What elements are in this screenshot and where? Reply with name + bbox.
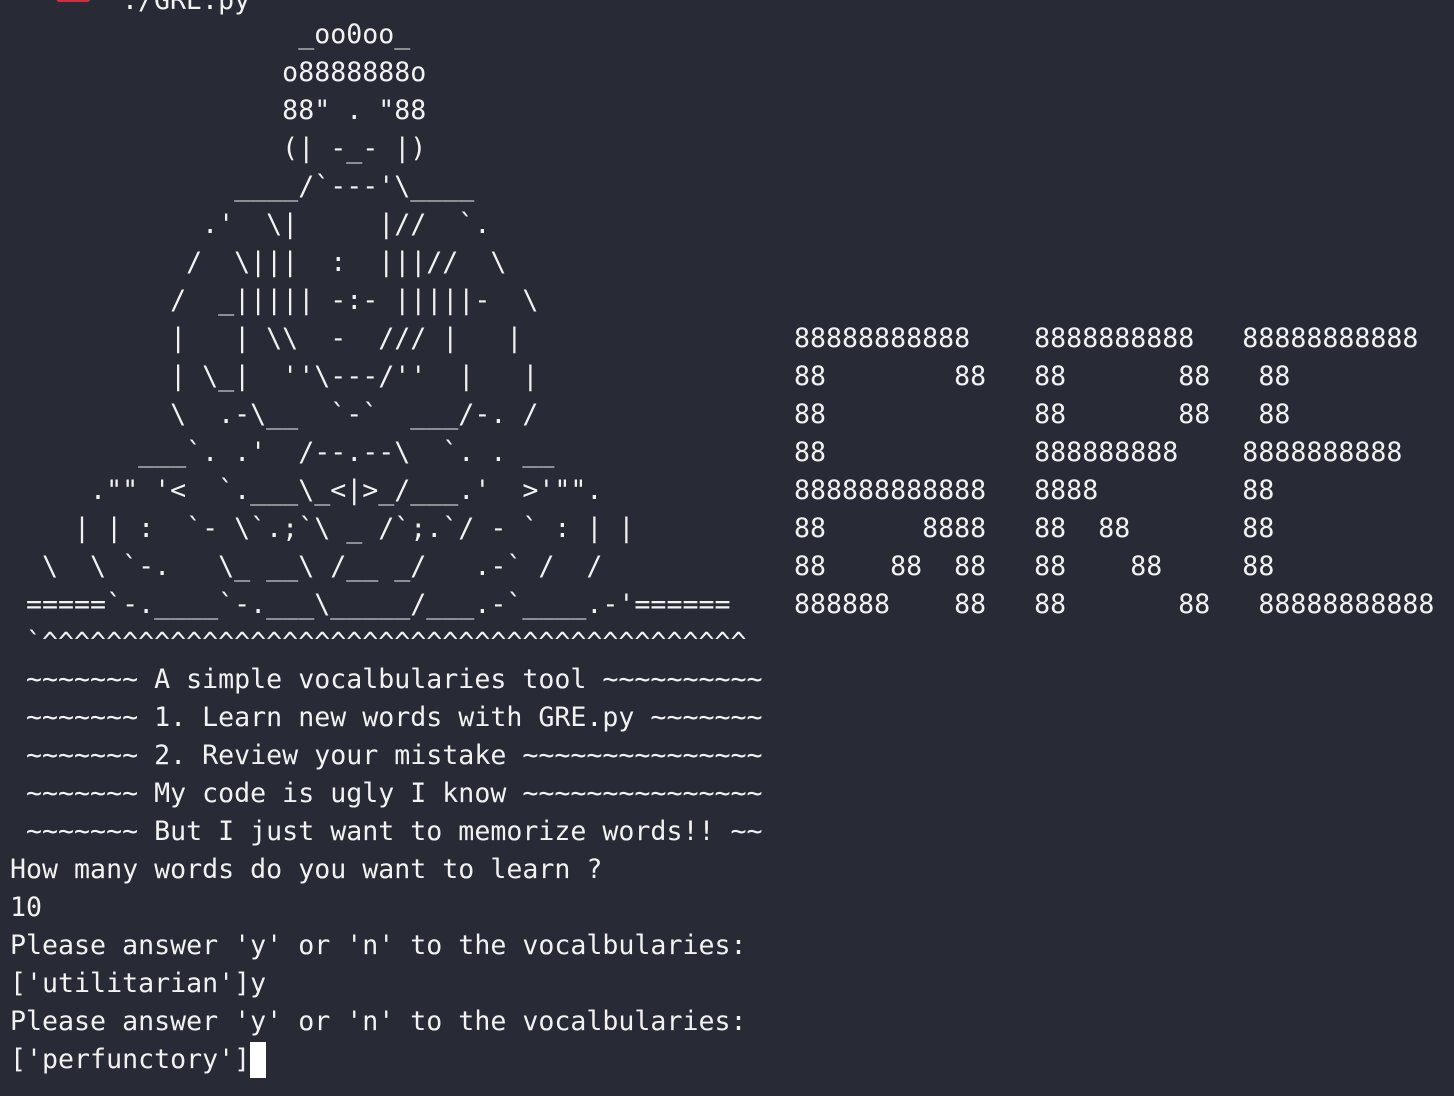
ascii-art-line: `^^^^^^^^^^^^^^^^^^^^^^^^^^^^^^^^^^^^^^^…	[10, 627, 747, 658]
banner-line: 88 88 88 88 88 88	[794, 551, 1275, 582]
ascii-art-line: o8888888o	[10, 57, 427, 88]
vocab-word: ['perfunctory']	[10, 1044, 251, 1075]
answer-prompt: Please answer 'y' or 'n' to the vocalbul…	[10, 1006, 747, 1037]
gre-ascii-banner: 88888888888 8888888888 88888888888 88 88 …	[794, 320, 1434, 624]
ascii-art-line: ___`. .' /--.--\ `. . __	[10, 437, 555, 468]
intro-menu: ~~~~~~~ A simple vocalbularies tool ~~~~…	[10, 661, 763, 851]
ascii-art-line: \ \ `-. \_ __\ /__ _/ .-` / /	[10, 551, 603, 582]
banner-line: 888888888888 8888 88	[794, 475, 1275, 506]
menu-line: ~~~~~~~ A simple vocalbularies tool ~~~~…	[10, 664, 763, 695]
banner-line: 888888 88 88 88 88888888888	[794, 589, 1435, 620]
ascii-art-line: .' \| |// `.	[10, 209, 491, 240]
ascii-art-line: \ .-\__ `-` ___/-. /	[10, 399, 539, 430]
buddha-ascii-art: _oo0oo_ o8888888o 88" . "88 (| -_- |) __…	[10, 16, 747, 662]
ascii-art-line: 88" . "88	[10, 95, 427, 126]
terminal-output: ~~~~~~~ A simple vocalbularies tool ~~~~…	[10, 661, 763, 1079]
ascii-art-line: ____/`---'\____	[10, 171, 475, 202]
ascii-art-line: | | : `- \`.;`\ _ /`;.`/ - ` : | |	[10, 513, 635, 544]
word-count-answer: 10	[10, 892, 43, 923]
banner-line: 88 88 88 88	[794, 399, 1291, 430]
current-input-line[interactable]: ['perfunctory']	[10, 1041, 763, 1079]
ascii-art-line: ."" '< `.___\_<|>_/___.' >'"".	[10, 475, 603, 506]
ruby-gem-icon	[56, 0, 94, 2]
ascii-art-line: =====`-.____`-.___\_____/___.-`____.-'==…	[10, 589, 731, 620]
answer-prompt: Please answer 'y' or 'n' to the vocalbul…	[10, 930, 747, 961]
vocab-word: ['utilitarian']y	[10, 968, 267, 999]
ascii-art-line: | \_| ''\---/'' | |	[10, 361, 539, 392]
menu-line: ~~~~~~~ 1. Learn new words with GRE.py ~…	[10, 702, 763, 733]
banner-line: 88 88 88 88 88	[794, 361, 1291, 392]
banner-line: 88 8888 88 88 88	[794, 513, 1275, 544]
banner-line: 88888888888 8888888888 88888888888	[794, 323, 1419, 354]
ascii-art-line: _oo0oo_	[10, 19, 411, 50]
menu-line: ~~~~~~~ 2. Review your mistake ~~~~~~~~~…	[10, 740, 763, 771]
ascii-art-line: / _||||| -:- |||||- \	[10, 285, 539, 316]
ascii-art-line: (| -_- |)	[10, 133, 427, 164]
menu-line: ~~~~~~~ But I just want to memorize word…	[10, 816, 763, 847]
banner-line: 88 888888888 8888888888	[794, 437, 1403, 468]
ascii-art-line: | | \\ - /// | |	[10, 323, 523, 354]
menu-line: ~~~~~~~ My code is ugly I know ~~~~~~~~~…	[10, 778, 763, 809]
text-cursor[interactable]	[250, 1042, 267, 1078]
ascii-art-line: / \||| : |||// \	[10, 247, 507, 278]
terminal-window[interactable]: ./GRE.py _oo0oo_ o8888888o 88" . "88 (| …	[0, 0, 1454, 1096]
word-count-prompt: How many words do you want to learn ?	[10, 854, 603, 885]
